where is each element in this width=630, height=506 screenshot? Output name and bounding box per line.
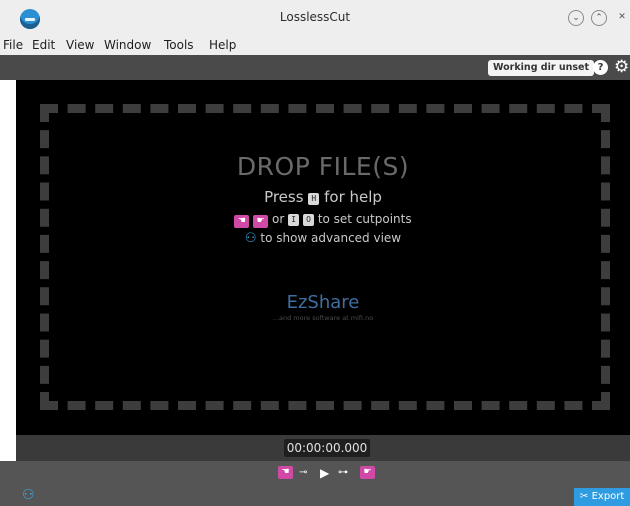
bottom-controls: ☚ ⊸ ▶ ⊶ ☛ ⚇ ✂ Export (0, 461, 630, 506)
menu-window[interactable]: Window (104, 38, 151, 52)
menu-help[interactable]: Help (209, 38, 236, 52)
set-cut-start-icon: ☚ (234, 215, 250, 228)
window-title: LosslessCut (279, 10, 351, 24)
menu-view[interactable]: View (66, 38, 94, 52)
close-button[interactable]: ✕ (614, 10, 630, 26)
title-bar: LosslessCut ⌄ ⌃ ✕ (0, 0, 630, 36)
export-button[interactable]: ✂ Export (574, 488, 630, 506)
or-text: or (272, 212, 285, 226)
minimize-button[interactable]: ⌄ (568, 10, 584, 26)
advanced-view-toggle-icon[interactable]: ⚇ (22, 487, 35, 503)
help-button[interactable]: ? (593, 60, 608, 75)
player-area: DROP FILE(S) Press H for help ☚ ☛ or I O… (16, 80, 630, 435)
menu-bar: File Edit View Window Tools Help (0, 36, 630, 55)
more-software-text: ...and more software at mifi.no (272, 314, 374, 322)
h-key: H (308, 193, 320, 205)
help-suffix: for help (324, 188, 382, 206)
play-icon[interactable]: ▶ (320, 466, 329, 480)
set-cut-start-button[interactable]: ☚ (278, 466, 293, 479)
top-toolbar: Working dir unset ? ⚙ (0, 55, 630, 80)
advanced-view-hint: ⚇ to show advanced view (16, 231, 630, 246)
set-cut-end-button[interactable]: ☛ (360, 466, 375, 479)
drop-files-title: DROP FILE(S) (236, 152, 410, 181)
help-hint: Press H for help (16, 188, 630, 206)
menu-file[interactable]: File (3, 38, 23, 52)
timeline-bar: 00:00:00.000 (16, 435, 630, 461)
export-label: Export (591, 491, 625, 502)
maximize-button[interactable]: ⌃ (591, 10, 607, 26)
menu-edit[interactable]: Edit (32, 38, 55, 52)
timecode-display[interactable]: 00:00:00.000 (284, 439, 370, 457)
help-prefix: Press (264, 188, 304, 206)
working-dir-button[interactable]: Working dir unset (488, 60, 595, 76)
set-cut-end-icon: ☛ (253, 215, 269, 228)
advanced-view-icon: ⚇ (244, 231, 257, 246)
scissors-icon: ✂ (580, 491, 589, 502)
drop-zone[interactable] (40, 104, 610, 410)
jump-cut-end-key-icon[interactable]: ⊶ (338, 466, 348, 480)
gear-icon[interactable]: ⚙ (614, 57, 629, 77)
jump-cut-start-key-icon[interactable]: ⊸ (299, 466, 307, 480)
menu-tools[interactable]: Tools (164, 38, 194, 52)
i-key: I (288, 214, 300, 226)
o-key: O (302, 214, 314, 226)
cutpoints-text: to set cutpoints (317, 212, 412, 226)
advanced-text: to show advanced view (260, 231, 402, 245)
cutpoints-hint: ☚ ☛ or I O to set cutpoints (16, 212, 630, 228)
ezshare-link[interactable]: EzShare (16, 292, 630, 313)
